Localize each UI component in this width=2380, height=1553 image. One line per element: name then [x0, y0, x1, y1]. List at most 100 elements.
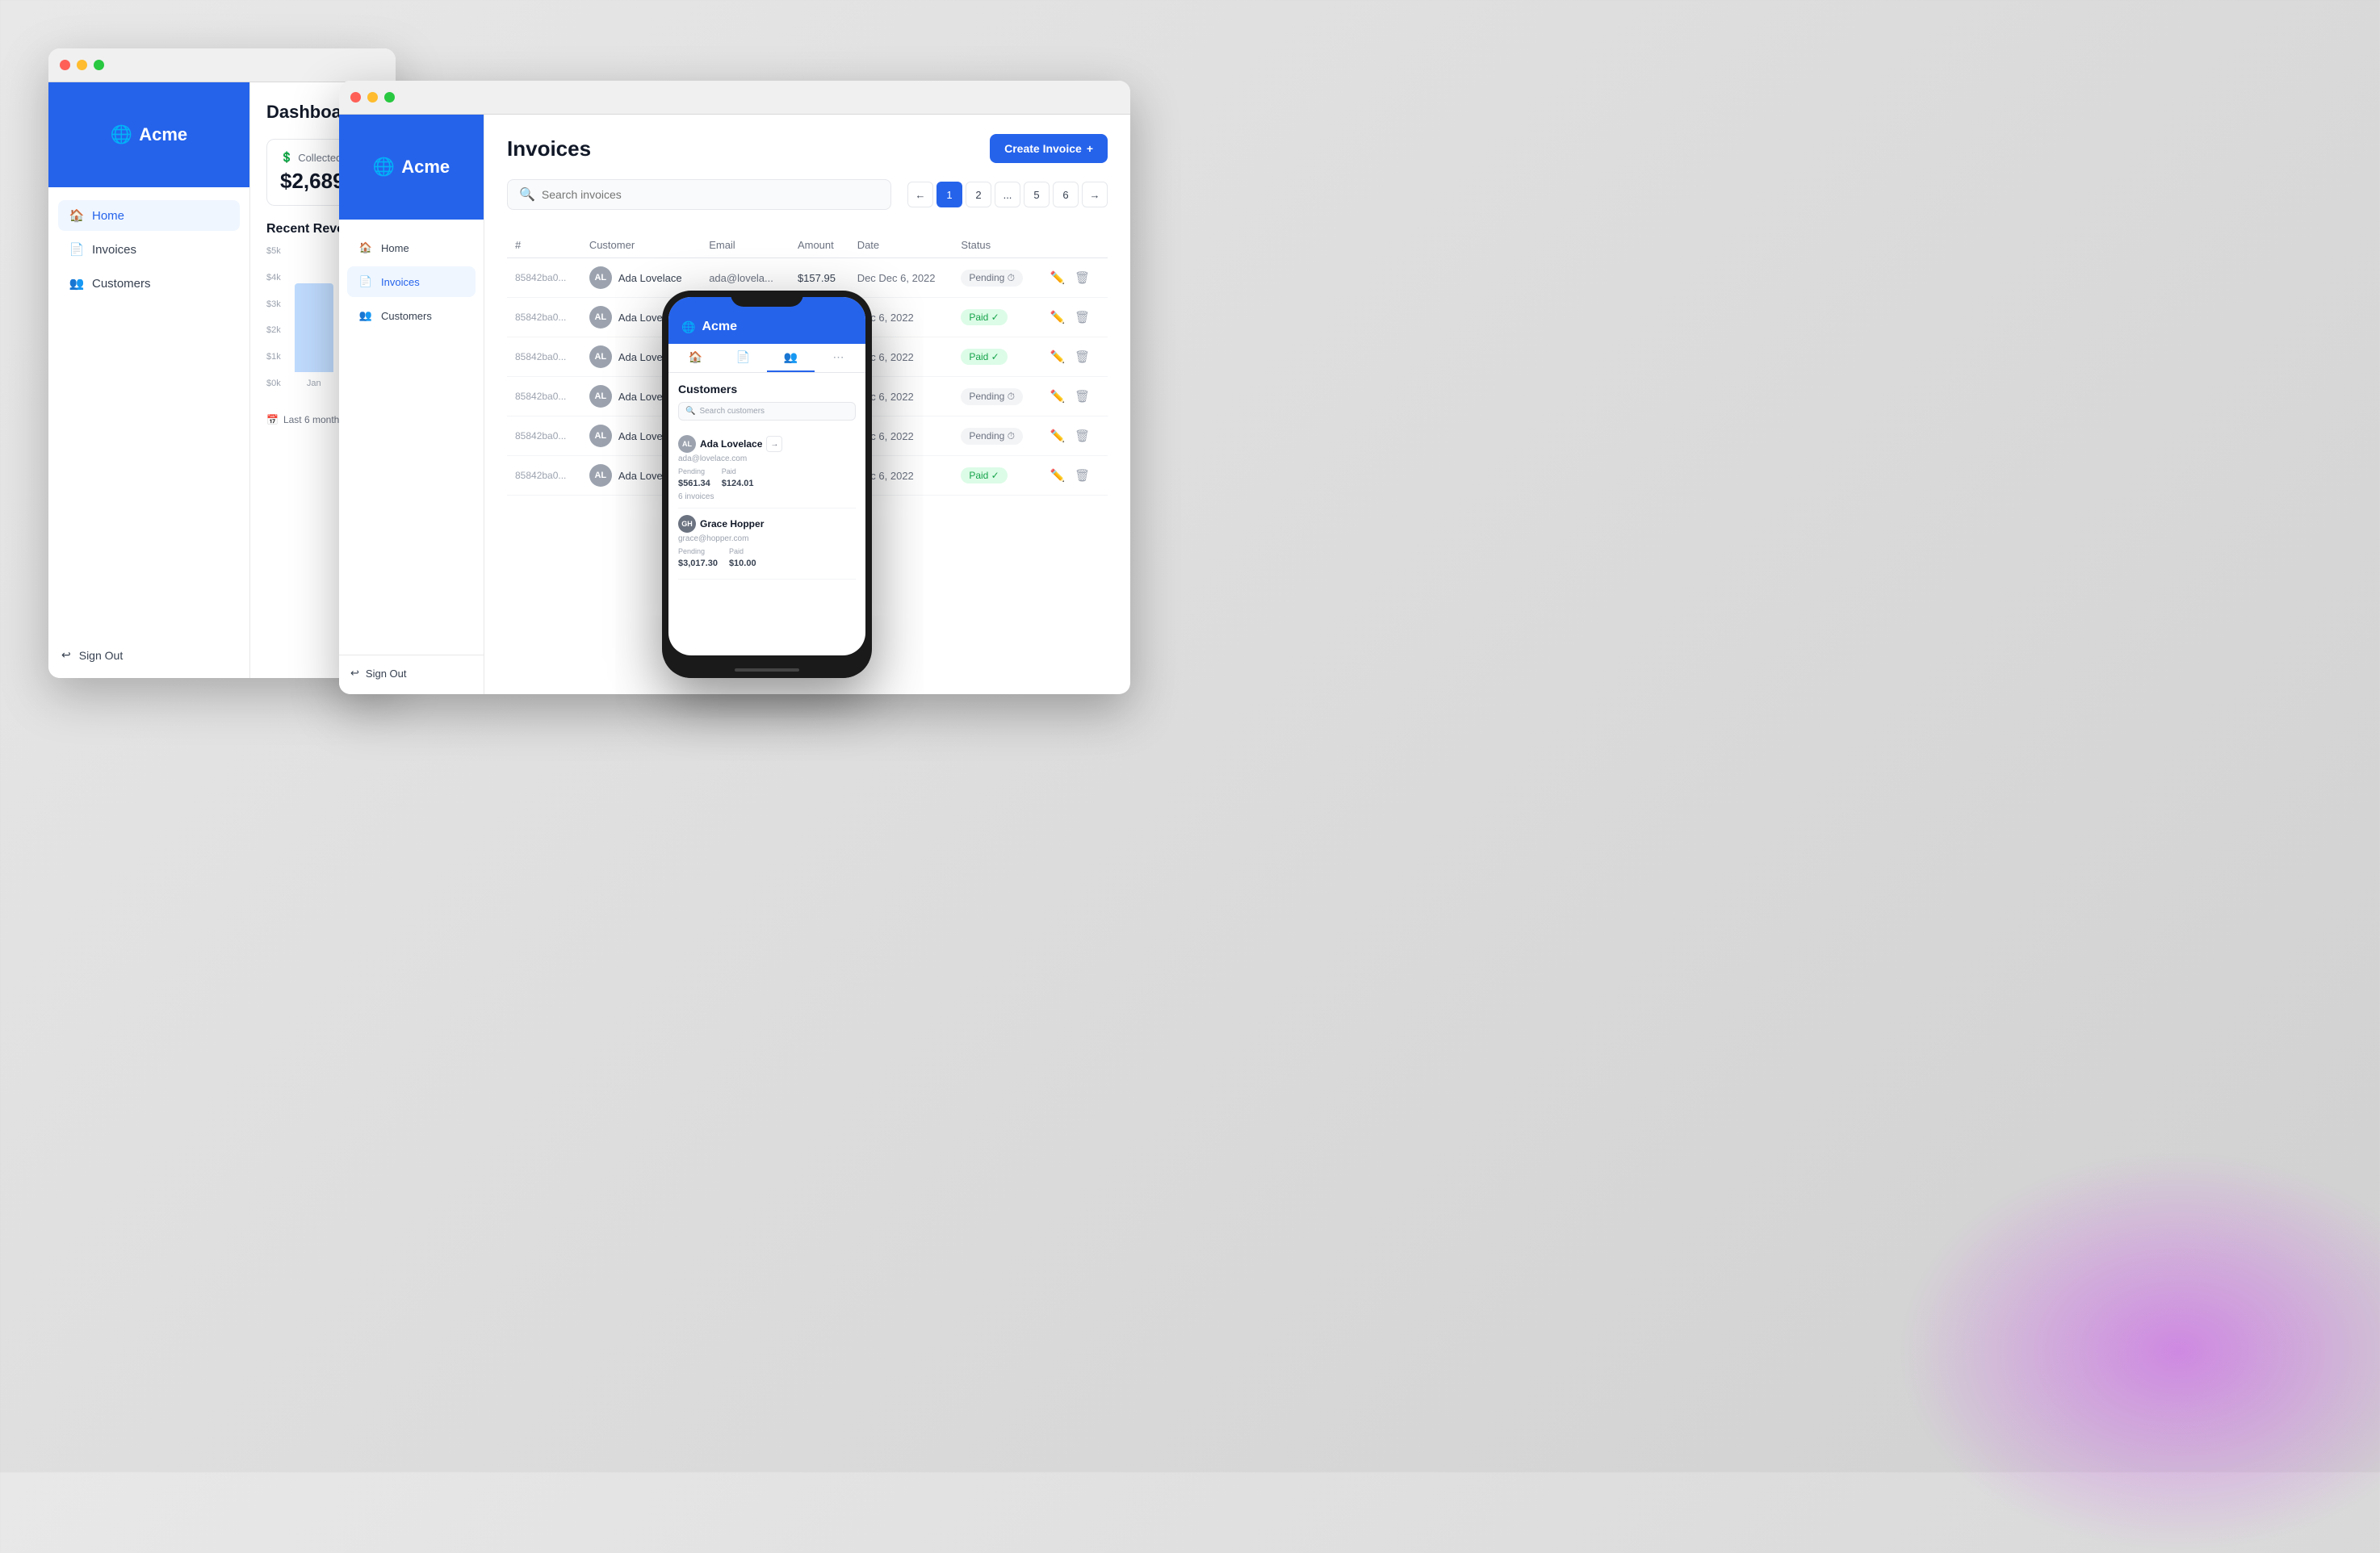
nav-items: 🏠 Home 📄 Invoices 👥 Customers — [48, 187, 249, 635]
status-badge: Pending ⏱ — [961, 270, 1023, 287]
col-status: Status — [953, 232, 1038, 258]
sign-out-mid[interactable]: ↩ Sign Out — [339, 655, 484, 694]
globe-icon-mid: 🌐 — [373, 157, 395, 178]
customer-arrow-ada[interactable]: → — [766, 436, 782, 452]
page-2[interactable]: 2 — [966, 182, 991, 207]
avatar: AL — [589, 425, 612, 447]
delete-button[interactable]: 🗑 — [1071, 307, 1093, 328]
avatar-grace: GH — [678, 515, 696, 533]
cell-id: 85842ba0... — [507, 377, 581, 417]
phone-search-bar[interactable]: 🔍 Search customers — [678, 402, 856, 421]
titlebar-dashboard — [48, 48, 396, 82]
phone-invoices-icon: 📄 — [736, 350, 750, 364]
edit-button[interactable]: ✏️ — [1047, 346, 1069, 367]
search-input[interactable] — [542, 188, 879, 201]
phone-more-icon: ⋯ — [833, 350, 844, 364]
sign-out-button[interactable]: ↩ Sign Out — [48, 635, 249, 678]
stat-pending-ada: Pending $561.34 — [678, 467, 710, 490]
delete-button[interactable]: 🗑 — [1071, 346, 1093, 367]
cell-id: 85842ba0... — [507, 337, 581, 377]
phone-search-placeholder: Search customers — [699, 407, 765, 416]
sidebar-item-customers-mid[interactable]: 👥 Customers — [347, 300, 476, 331]
customer-stats-ada: Pending $561.34 Paid $124.01 — [678, 467, 856, 490]
status-badge: Paid ✓ — [961, 467, 1007, 483]
phone-content: Customers 🔍 Search customers AL Ada Love… — [668, 373, 865, 655]
create-invoice-button[interactable]: Create Invoice + — [990, 134, 1108, 163]
edit-button[interactable]: ✏️ — [1047, 307, 1069, 328]
col-date: Date — [849, 232, 953, 258]
sidebar-item-home[interactable]: 🏠 Home — [58, 200, 240, 231]
phone-notch — [731, 291, 803, 307]
status-badge: Paid ✓ — [961, 349, 1007, 365]
delete-button[interactable]: 🗑 — [1071, 425, 1093, 446]
phone-nav-home[interactable]: 🏠 — [672, 344, 719, 372]
page-6[interactable]: 6 — [1053, 182, 1079, 207]
invoices-header: Invoices Create Invoice + — [507, 134, 1108, 163]
phone-nav-customers[interactable]: 👥 — [767, 344, 815, 372]
avatar: AL — [589, 306, 612, 329]
maximize-dot-mid[interactable] — [384, 92, 395, 103]
delete-button[interactable]: 🗑 — [1071, 465, 1093, 486]
home-icon-mid: 🏠 — [358, 241, 373, 255]
chart-y-labels: $5k $4k $3k $2k $1k $0k — [266, 246, 281, 388]
col-amount: Amount — [790, 232, 849, 258]
phone-nav-invoices[interactable]: 📄 — [719, 344, 767, 372]
cell-status: Pending ⏱ — [953, 377, 1038, 417]
cell-status: Paid ✓ — [953, 337, 1038, 377]
sidebar-item-invoices-mid[interactable]: 📄 Invoices — [347, 266, 476, 297]
bar-jan: Jan — [295, 283, 333, 388]
col-hash: # — [507, 232, 581, 258]
close-dot-mid[interactable] — [350, 92, 361, 103]
page-1[interactable]: 1 — [936, 182, 962, 207]
maximize-dot[interactable] — [94, 60, 104, 70]
cell-actions: ✏️ 🗑 — [1039, 258, 1108, 298]
phone-search-icon: 🔍 — [685, 407, 695, 416]
phone-home-icon: 🏠 — [689, 350, 702, 364]
col-customer: Customer — [581, 232, 701, 258]
edit-button[interactable]: ✏️ — [1047, 386, 1069, 407]
sidebar-item-invoices[interactable]: 📄 Invoices — [58, 234, 240, 265]
sidebar-dashboard: 🌐 Acme 🏠 Home 📄 Invoices 👥 Customers — [48, 82, 250, 678]
stat-pending-grace: Pending $3,017.30 — [678, 547, 718, 570]
sidebar-item-home-mid[interactable]: 🏠 Home — [347, 232, 476, 263]
phone-nav: 🏠 📄 👥 ⋯ — [668, 344, 865, 373]
phone-device: 🌐 Acme 🏠 📄 👥 ⋯ Customers — [662, 291, 872, 678]
customer-card-ada[interactable]: AL Ada Lovelace → ada@lovelace.com Pendi… — [678, 429, 856, 509]
dollar-circle-icon: 💲 — [280, 151, 293, 164]
delete-button[interactable]: 🗑 — [1071, 267, 1093, 288]
cell-id: 85842ba0... — [507, 258, 581, 298]
customer-card-grace[interactable]: GH Grace Hopper grace@hopper.com Pending… — [678, 509, 856, 580]
minimize-dot[interactable] — [77, 60, 87, 70]
avatar: AL — [589, 266, 612, 289]
close-dot[interactable] — [60, 60, 70, 70]
page-5[interactable]: 5 — [1024, 182, 1050, 207]
sidebar-item-customers[interactable]: 👥 Customers — [58, 268, 240, 299]
minimize-dot-mid[interactable] — [367, 92, 378, 103]
globe-icon: 🌐 — [111, 124, 132, 145]
status-badge: Paid ✓ — [961, 309, 1007, 325]
customer-email-grace: grace@hopper.com — [678, 534, 856, 543]
invoices-search-bar[interactable]: 🔍 — [507, 179, 891, 210]
phone-nav-more[interactable]: ⋯ — [815, 344, 862, 372]
logo-mid: 🌐 Acme — [373, 157, 450, 178]
customers-icon-mid: 👥 — [358, 308, 373, 323]
plus-icon: + — [1087, 142, 1093, 155]
edit-button[interactable]: ✏️ — [1047, 425, 1069, 446]
delete-button[interactable]: 🗑 — [1071, 386, 1093, 407]
page-prev[interactable]: ← — [907, 182, 933, 207]
cell-id: 85842ba0... — [507, 417, 581, 456]
cell-actions: ✏️ 🗑 — [1039, 337, 1108, 377]
edit-button[interactable]: ✏️ — [1047, 267, 1069, 288]
search-icon: 🔍 — [519, 186, 535, 203]
cell-status: Paid ✓ — [953, 298, 1038, 337]
page-next[interactable]: → — [1082, 182, 1108, 207]
stat-paid-ada: Paid $124.01 — [722, 467, 754, 490]
cell-status: Pending ⏱ — [953, 258, 1038, 298]
cell-actions: ✏️ 🗑 — [1039, 298, 1108, 337]
customer-name-ada: Ada Lovelace — [700, 438, 762, 450]
logo: 🌐 Acme — [111, 124, 187, 145]
phone-screen: 🌐 Acme 🏠 📄 👥 ⋯ Customers — [668, 297, 865, 655]
edit-button[interactable]: ✏️ — [1047, 465, 1069, 486]
stat-paid-grace: Paid $10.00 — [729, 547, 756, 570]
avatar: AL — [589, 464, 612, 487]
